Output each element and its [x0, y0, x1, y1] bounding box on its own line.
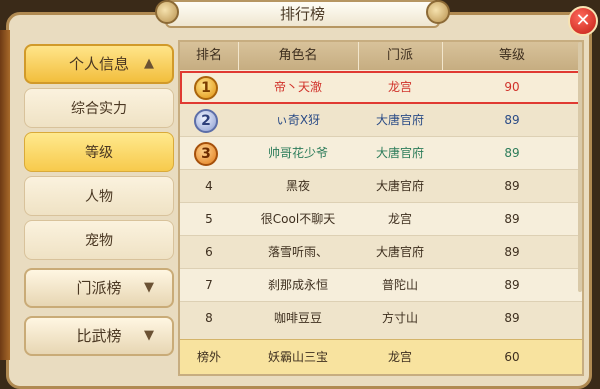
table-row[interactable]: 4 黑夜 大唐官府 89	[180, 170, 582, 203]
sidebar-group-school-label: 门派榜	[76, 279, 122, 297]
row-level: 89	[504, 311, 520, 325]
row-level: 89	[504, 245, 520, 259]
row-name: 很Cool不聊天	[260, 212, 336, 226]
silver-medal-icon: 2	[194, 109, 218, 133]
plaque-knob-left	[155, 0, 179, 24]
my-name: 妖霸山三宝	[267, 350, 328, 364]
my-rank-row: 榜外 妖霸山三宝 龙宫 60	[180, 339, 582, 374]
chevron-down-icon: ▼	[144, 328, 154, 343]
table-row[interactable]: 5 很Cool不聊天 龙宫 89	[180, 203, 582, 236]
row-sect: 普陀山	[381, 278, 418, 292]
row-sect: 龙宫	[387, 212, 412, 226]
row-level: 89	[504, 113, 520, 127]
table-row[interactable]: 8 咖啡豆豆 方寸山 89	[180, 302, 582, 339]
row-rank: 5	[205, 212, 213, 226]
sidebar-group-personal-label: 个人信息	[68, 55, 129, 73]
row-level: 89	[504, 179, 520, 193]
row-sect: 大唐官府	[375, 113, 424, 127]
row-name: 帅哥花少爷	[267, 146, 328, 160]
close-button[interactable]: ✕	[568, 6, 598, 36]
column-divider	[442, 42, 443, 70]
row-name: 黑夜	[285, 179, 310, 193]
sidebar-item-label: 综合实力	[71, 101, 127, 117]
row-sect: 大唐官府	[375, 146, 424, 160]
chevron-down-icon: ▼	[144, 280, 154, 295]
row-level: 89	[504, 278, 520, 292]
ranking-table: 排名 角色名 门派 等级 1 帝丶天澈 龙宫 90 2 ぃ奇Ⅹ犽 大唐官府 89…	[178, 40, 584, 376]
table-row[interactable]: 2 ぃ奇Ⅹ犽 大唐官府 89	[180, 104, 582, 137]
scrollbar[interactable]	[578, 42, 582, 292]
row-sect: 方寸山	[381, 311, 418, 325]
row-sect: 大唐官府	[375, 245, 424, 259]
plaque-knob-right	[426, 0, 450, 24]
header-sect: 门派	[386, 48, 413, 63]
sidebar-item-label: 宠物	[85, 233, 113, 249]
bronze-medal-icon: 3	[194, 142, 218, 166]
sidebar-group-pvp[interactable]: 比武榜 ▼	[24, 316, 174, 356]
row-name: 帝丶天澈	[273, 80, 322, 94]
header-level: 等级	[498, 48, 525, 63]
row-rank: 7	[205, 278, 213, 292]
sidebar-item-pet[interactable]: 宠物	[24, 220, 174, 260]
header-rank: 排名	[195, 48, 222, 63]
row-level: 89	[504, 212, 520, 226]
row-sect: 大唐官府	[375, 179, 424, 193]
table-row[interactable]: 6 落雪听雨、 大唐官府 89	[180, 236, 582, 269]
row-rank: 6	[205, 245, 213, 259]
my-level: 60	[504, 350, 520, 364]
row-level: 89	[504, 146, 520, 160]
sidebar-item-label: 人物	[85, 189, 113, 205]
my-rank: 榜外	[196, 350, 221, 364]
close-icon: ✕	[575, 10, 591, 31]
column-divider	[238, 42, 239, 70]
row-rank: 8	[205, 311, 213, 325]
row-name: 刹那成永恒	[267, 278, 328, 292]
row-name: 咖啡豆豆	[273, 311, 322, 325]
row-sect: 龙宫	[387, 80, 412, 94]
table-row[interactable]: 7 刹那成永恒 普陀山 89	[180, 269, 582, 302]
row-name: 落雪听雨、	[267, 245, 328, 259]
sidebar-item-label: 等级	[85, 145, 113, 161]
left-decoration	[0, 30, 10, 360]
gold-medal-icon: 1	[194, 76, 218, 100]
page-title: 排行榜	[279, 5, 325, 23]
table-row[interactable]: 3 帅哥花少爷 大唐官府 89	[180, 137, 582, 170]
sidebar-group-school[interactable]: 门派榜 ▼	[24, 268, 174, 308]
sidebar-item-character[interactable]: 人物	[24, 176, 174, 216]
sidebar-group-personal[interactable]: 个人信息 ▲	[24, 44, 174, 84]
chevron-up-icon: ▲	[144, 56, 154, 71]
row-name: ぃ奇Ⅹ犽	[275, 113, 321, 127]
sidebar-item-overall[interactable]: 综合实力	[24, 88, 174, 128]
column-divider	[358, 42, 359, 70]
table-row-me[interactable]: 1 帝丶天澈 龙宫 90	[180, 71, 582, 104]
header-name: 角色名	[278, 48, 318, 63]
title-plaque: 排行榜	[155, 0, 450, 28]
sidebar: 个人信息 ▲ 综合实力 等级 人物 宠物 门派榜 ▼ 比武榜 ▼	[12, 30, 180, 389]
sidebar-group-pvp-label: 比武榜	[76, 327, 122, 345]
my-sect: 龙宫	[387, 350, 412, 364]
row-rank: 4	[205, 179, 213, 193]
sidebar-item-level[interactable]: 等级	[24, 132, 174, 172]
row-level: 90	[504, 80, 520, 94]
table-header: 排名 角色名 门派 等级	[180, 42, 582, 70]
